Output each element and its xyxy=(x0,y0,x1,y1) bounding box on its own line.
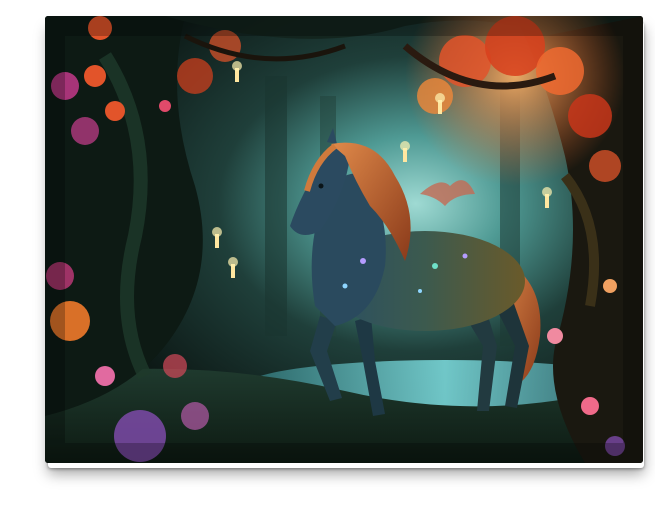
product-stage xyxy=(0,0,655,507)
artwork-illustration xyxy=(45,16,643,463)
canvas-print xyxy=(45,16,643,463)
